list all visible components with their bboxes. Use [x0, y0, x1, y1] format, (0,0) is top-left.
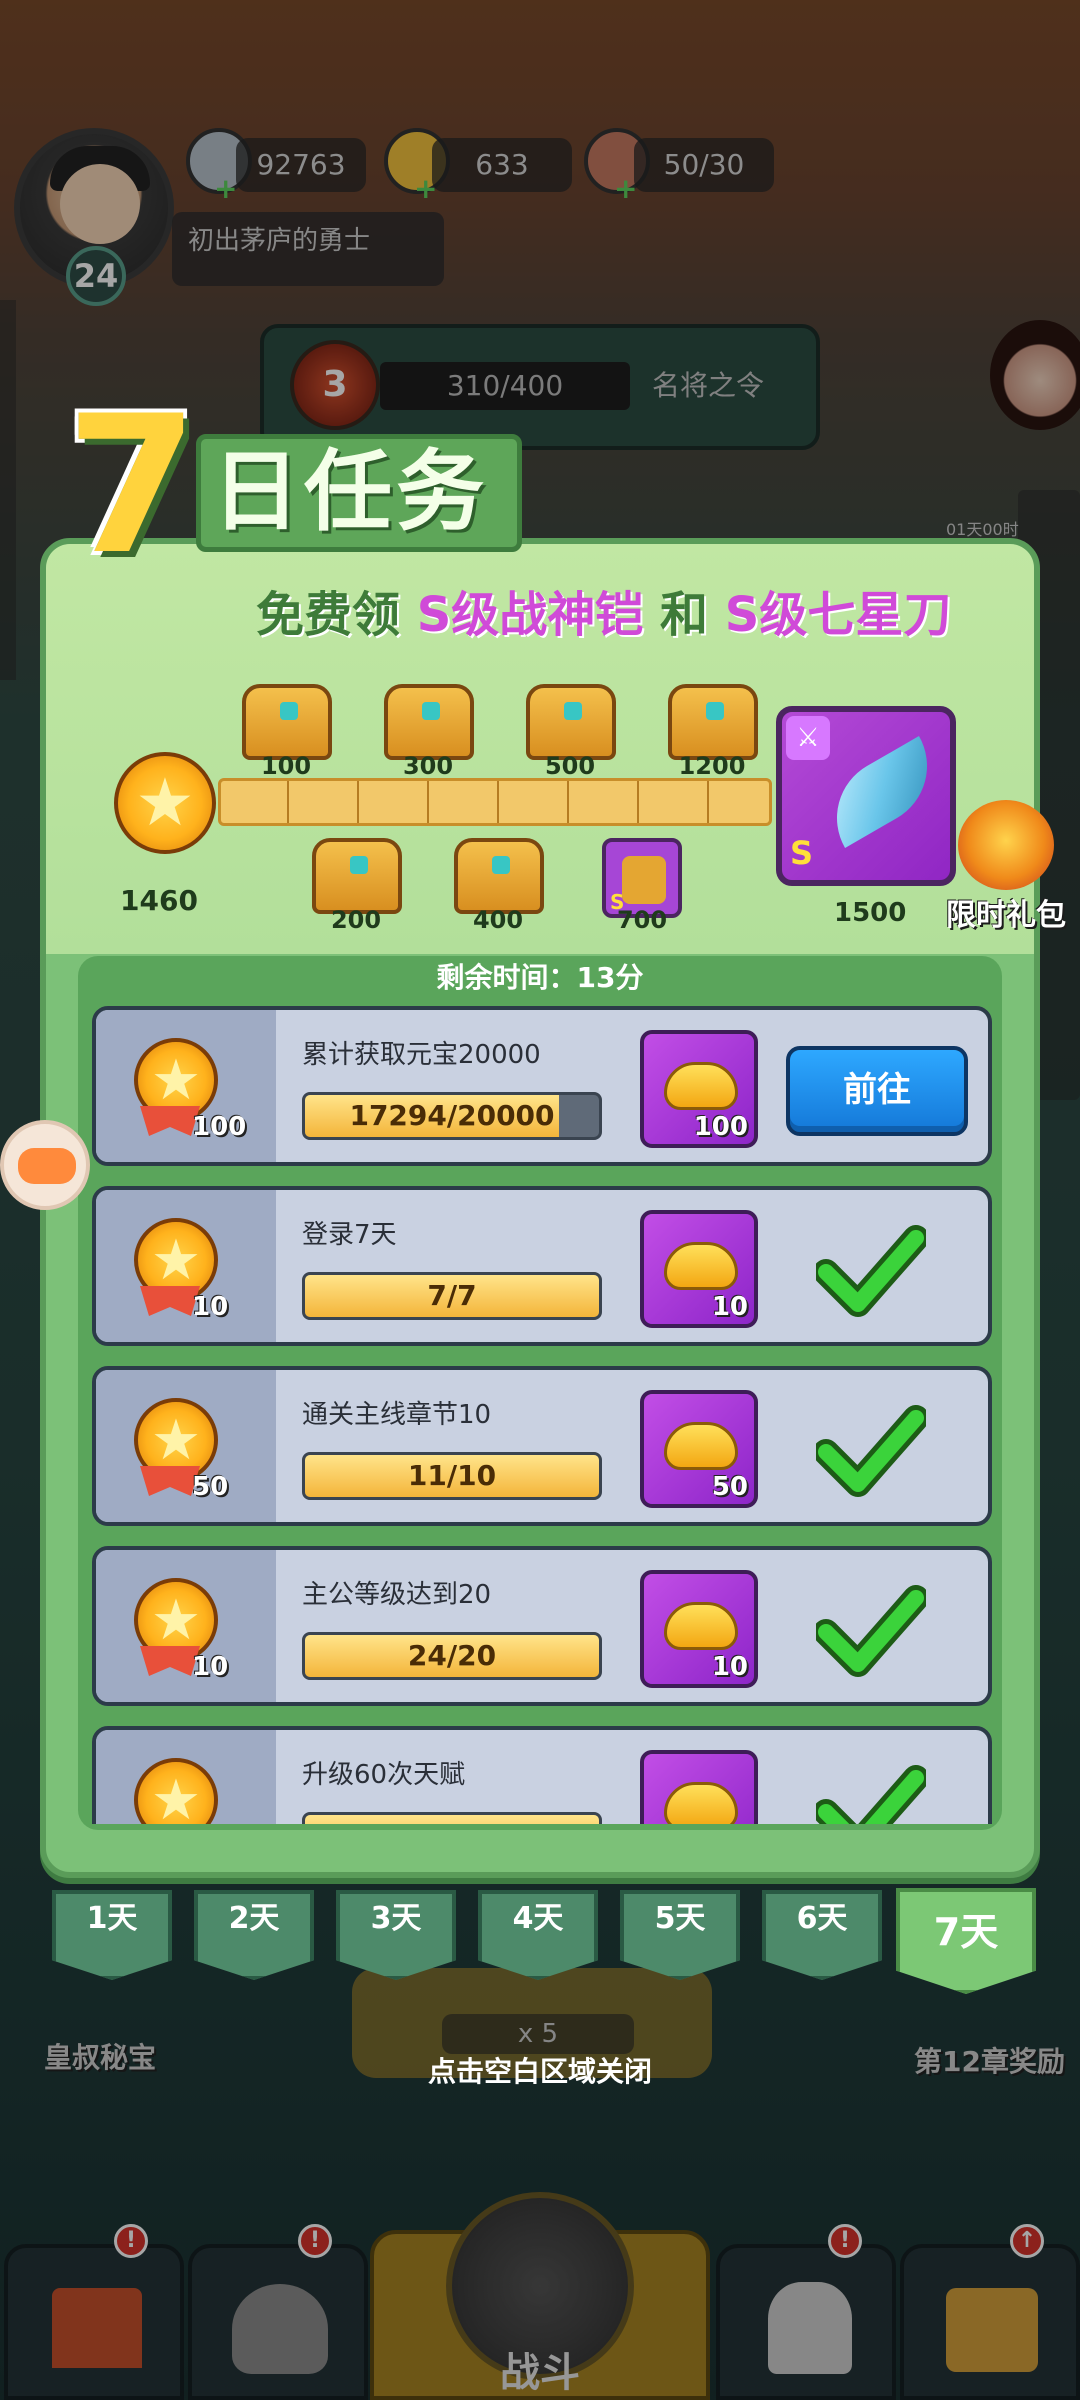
chest-gem [564, 702, 582, 720]
chest-icon[interactable] [242, 684, 332, 760]
track-divider [637, 781, 639, 823]
task-reward-icon[interactable]: 10 [640, 1210, 758, 1328]
headline-number: 7 [66, 375, 199, 596]
chest-threshold-label: 1200 [678, 752, 746, 780]
task-reward-amount: 10 [711, 1292, 748, 1322]
task-progress-text: 11/10 [407, 1459, 497, 1492]
task-title: 主公等级达到20 [302, 1580, 492, 1610]
task-progress-text: 24/20 [407, 1639, 497, 1672]
track-divider [427, 781, 429, 823]
chest-gem [422, 702, 440, 720]
task-points: 100 [192, 1112, 247, 1142]
task-row: ★ 100 累计获取元宝20000 17294/20000 100 前往 [92, 1006, 992, 1166]
chest-threshold-label: 400 [472, 906, 524, 934]
task-points: 50 [192, 1472, 229, 1502]
task-reward-amount: 50 [711, 1472, 748, 1502]
task-title: 登录7天 [302, 1220, 397, 1250]
completed-check-icon [816, 1405, 926, 1497]
task-title: 通关主线章节10 [302, 1400, 492, 1430]
promo-line: 免费领 S级战神铠 和 S级七星刀 [256, 578, 1046, 652]
chest-icon[interactable] [526, 684, 616, 760]
task-points: 10 [192, 1652, 229, 1682]
sword-final-reward[interactable]: ⚔ S [776, 706, 956, 886]
points-medal-icon: ★ [134, 1758, 218, 1824]
star-icon: ★ [135, 764, 195, 841]
current-score-medal: ★ [114, 752, 216, 854]
chest-threshold-label: 500 [544, 752, 596, 780]
task-row: ★ 10 主公等级达到20 24/20 10 [92, 1546, 992, 1706]
current-score: 1460 [120, 884, 198, 917]
task-title: 升级60次天赋 [302, 1760, 466, 1790]
sword-grade: S [790, 834, 814, 872]
promo-prefix: 免费领 [256, 587, 401, 643]
armor-threshold-label: 700 [616, 906, 668, 934]
remaining-time: 剩余时间：13分 [436, 961, 644, 994]
task-progress-fill [305, 1815, 599, 1824]
task-progress-bar: 17294/20000 [302, 1092, 602, 1140]
task-row: ★ 升级60次天赋 [92, 1726, 992, 1824]
task-progress-text: 17294/20000 [349, 1099, 555, 1132]
chest-gem [280, 702, 298, 720]
go-button[interactable]: 前往 [786, 1046, 968, 1136]
final-reward-threshold: 1500 [834, 898, 907, 928]
task-reward-icon[interactable]: 10 [640, 1570, 758, 1688]
task-reward-icon[interactable]: 100 [640, 1030, 758, 1148]
task-title: 累计获取元宝20000 [302, 1040, 541, 1070]
chest-icon[interactable] [454, 838, 544, 914]
sword-blade-icon [815, 736, 949, 848]
track-divider [567, 781, 569, 823]
chest-gem [350, 856, 368, 874]
task-row: ★ 10 登录7天 7/7 10 [92, 1186, 992, 1346]
promo-item-sword: S级七星刀 [724, 587, 952, 643]
chest-gem [706, 702, 724, 720]
chest-gem [492, 856, 510, 874]
chest-icon[interactable] [384, 684, 474, 760]
task-reward-amount: 10 [711, 1652, 748, 1682]
chest-threshold-label: 100 [260, 752, 312, 780]
track-divider [497, 781, 499, 823]
chest-threshold-label: 200 [330, 906, 382, 934]
chest-icon[interactable] [312, 838, 402, 914]
limited-gift-pack-label[interactable]: 限时礼包 [946, 890, 1066, 934]
promo-item-armor: S级战神铠 [416, 587, 644, 643]
armor-icon [622, 856, 666, 904]
completed-check-icon [816, 1225, 926, 1317]
points-progress-track [218, 778, 772, 826]
gold-ingot-icon [664, 1782, 738, 1824]
headline-title: 日任务 [212, 440, 489, 543]
gold-ingot-icon [664, 1062, 738, 1110]
track-divider [287, 781, 289, 823]
task-reward-icon[interactable]: 50 [640, 1390, 758, 1508]
gold-ingot-icon [664, 1602, 738, 1650]
task-progress-text: 7/7 [427, 1279, 477, 1312]
task-progress-bar: 24/20 [302, 1632, 602, 1680]
close-hint[interactable]: 点击空白区域关闭 [0, 2050, 1080, 2090]
completed-check-icon [816, 1585, 926, 1677]
task-reward-icon[interactable] [640, 1750, 758, 1824]
limited-gift-pack-icon[interactable] [958, 800, 1054, 890]
weapon-type-icon: ⚔ [786, 716, 830, 760]
gold-ingot-icon [664, 1242, 738, 1290]
track-divider [357, 781, 359, 823]
task-progress-bar: 7/7 [302, 1272, 602, 1320]
completed-check-icon [816, 1765, 926, 1824]
promo-joiner: 和 [660, 587, 709, 643]
track-divider [707, 781, 709, 823]
chest-threshold-label: 300 [402, 752, 454, 780]
star-icon: ★ [150, 1768, 202, 1824]
chest-icon[interactable] [668, 684, 758, 760]
task-row: ★ 50 通关主线章节10 11/10 50 [92, 1366, 992, 1526]
task-list[interactable]: ★ 100 累计获取元宝20000 17294/20000 100 前往 ★ 1… [90, 1006, 994, 1824]
gamepad-icon [18, 1148, 76, 1184]
task-progress-bar [302, 1812, 602, 1824]
game-center-button[interactable] [0, 1120, 90, 1210]
task-progress-bar: 11/10 [302, 1452, 602, 1500]
gold-ingot-icon [664, 1422, 738, 1470]
task-reward-amount: 100 [693, 1112, 748, 1142]
task-points: 10 [192, 1292, 229, 1322]
